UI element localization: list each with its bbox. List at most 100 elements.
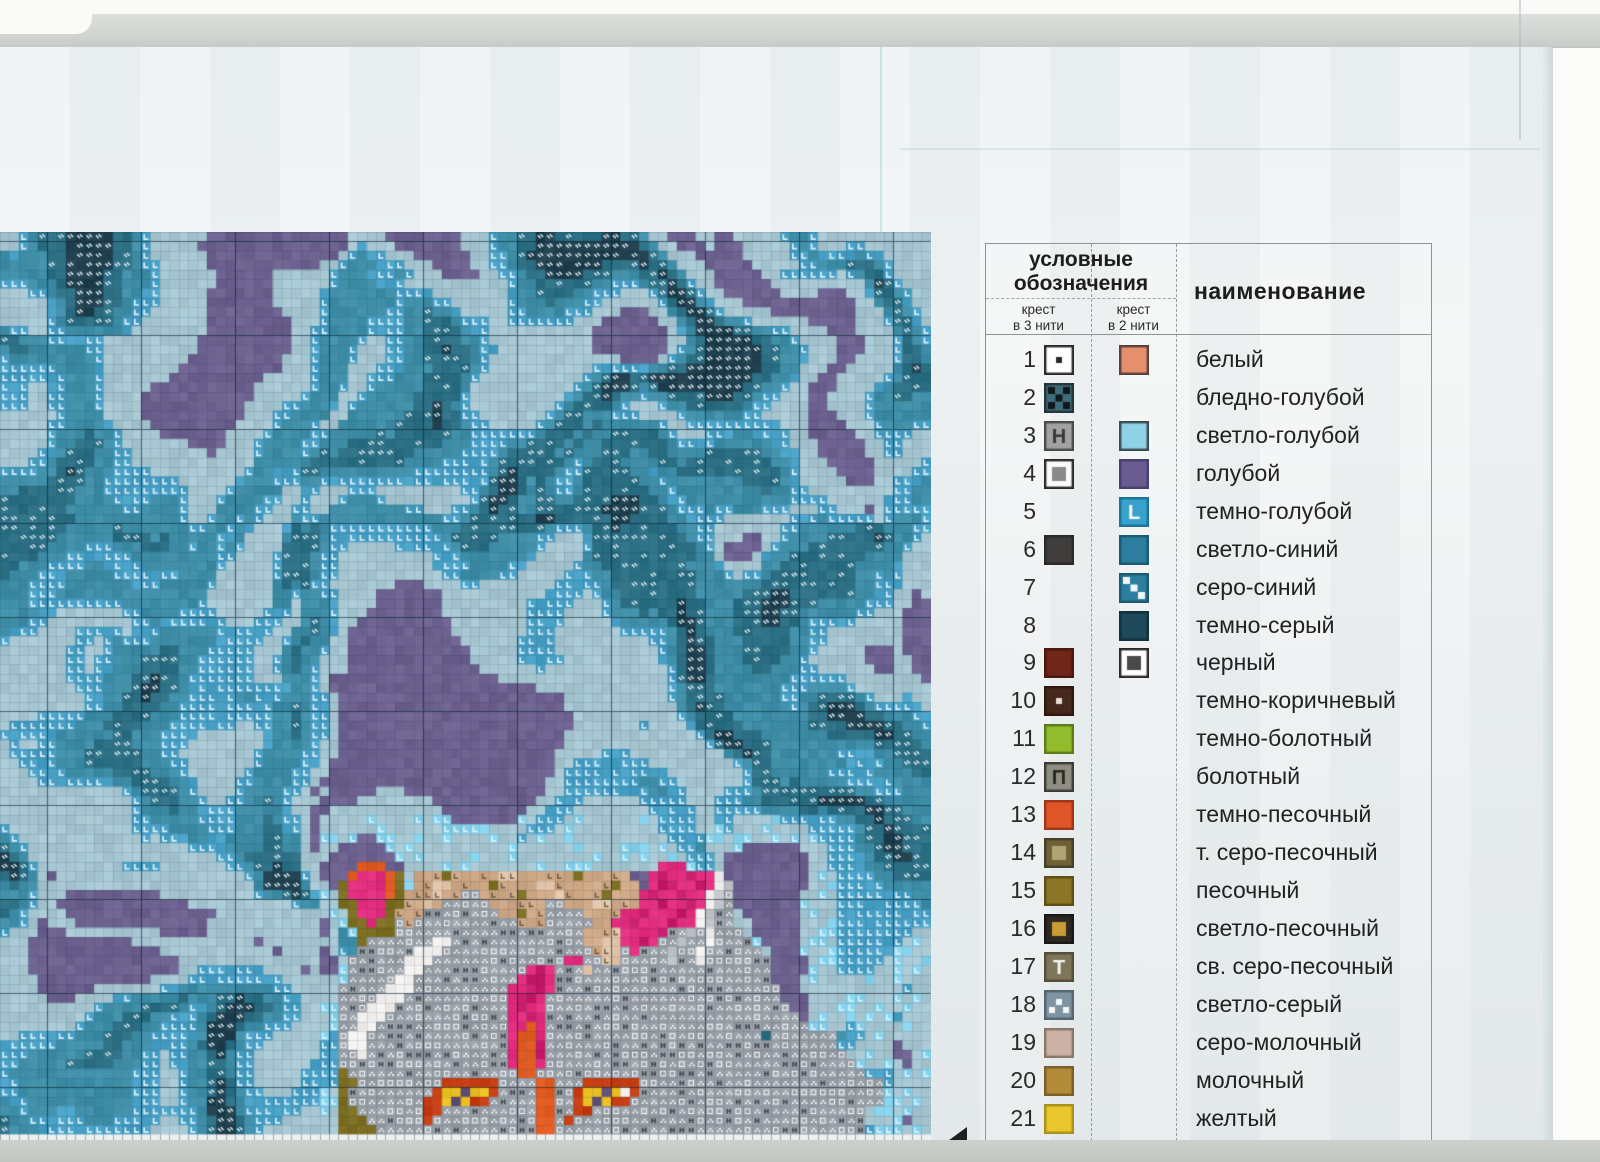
legend-color-name: темно-песочный: [1196, 801, 1372, 828]
legend-color-name: серо-молочный: [1196, 1028, 1362, 1055]
legend-symbol-2-threads: [1119, 572, 1149, 603]
legend-row: 11 темно-болотный: [986, 720, 1431, 758]
legend-symbol-3-threads: [1044, 534, 1074, 565]
legend-row-number: 16: [1010, 914, 1036, 941]
legend-color-name: светло-голубой: [1196, 421, 1360, 448]
page-edge-line: [1519, 0, 1521, 140]
legend-symbol-3-threads: [1044, 420, 1074, 451]
page-fold-line: [880, 47, 882, 233]
legend-row-number: 2: [1023, 383, 1036, 410]
legend-row: 2 бледно-голубой: [986, 379, 1431, 417]
legend-color-name: темно-серый: [1196, 611, 1335, 638]
legend-title-line1: условные: [1029, 248, 1133, 271]
legend-symbol-3-threads: [1044, 1103, 1074, 1134]
legend-symbol-3-threads: [1044, 458, 1074, 489]
legend-symbol-3-threads: [1044, 345, 1074, 375]
legend-symbol-3-threads: [1044, 1027, 1074, 1058]
cross-stitch-chart-canvas: [0, 232, 931, 1144]
legend-color-name: голубой: [1196, 459, 1281, 486]
legend-row-number: 13: [1010, 801, 1036, 828]
legend-row-number: 4: [1023, 459, 1036, 486]
legend-row: 3 светло-голубой: [986, 417, 1431, 455]
legend-row: 16 светло-песочный: [986, 910, 1431, 948]
legend-row-number: 6: [1023, 535, 1036, 562]
legend-row: 12 болотный: [986, 758, 1431, 796]
legend-symbol-2-threads: [1119, 534, 1149, 565]
legend-row: 1 белый: [986, 341, 1431, 379]
legend-row: 18 светло-серый: [986, 986, 1431, 1024]
legend-symbol-2-threads: [1119, 648, 1149, 679]
legend-color-name: темно-болотный: [1196, 725, 1373, 752]
legend-row: 6 светло-синий: [986, 531, 1431, 569]
legend-row-number: 1: [1023, 346, 1036, 372]
legend-symbol-3-threads: [1044, 724, 1074, 755]
legend-symbol-2-threads: [1119, 496, 1149, 527]
legend-divider: [986, 334, 1431, 335]
legend-row-number: 12: [1010, 763, 1036, 790]
legend-row-number: 10: [1010, 687, 1036, 714]
legend-symbol-3-threads: [1044, 800, 1074, 831]
paper-edge-shade: [1538, 47, 1553, 1140]
legend-name-header: наименование: [1194, 278, 1367, 304]
legend-row: 5 темно-голубой: [986, 493, 1431, 531]
legend-symbol-3-threads: [1044, 951, 1074, 982]
legend-color-name: песочный: [1196, 877, 1300, 904]
legend-color-name: бледно-голубой: [1196, 383, 1365, 410]
paper-crease: [900, 148, 1540, 150]
legend-color-name: молочный: [1196, 1066, 1305, 1093]
legend-row-number: 20: [1010, 1066, 1036, 1093]
legend-symbol-3-threads: [1044, 382, 1074, 413]
legend-symbol-3-threads: [1044, 989, 1074, 1020]
legend-color-name: т. серо-песочный: [1196, 839, 1378, 866]
legend-color-name: светло-серый: [1196, 990, 1343, 1017]
scanned-pattern-page: условные обозначения крест в 3 нити крес…: [0, 0, 1600, 1162]
legend-row: 19 серо-молочный: [986, 1024, 1431, 1062]
legend-color-name: желтый: [1196, 1104, 1277, 1131]
legend-row-number: 15: [1010, 877, 1036, 904]
legend-color-name: темно-голубой: [1196, 497, 1353, 524]
legend-row: 13 темно-песочный: [986, 796, 1431, 834]
legend-divider: [986, 298, 1176, 299]
legend-row-number: 8: [1023, 611, 1036, 638]
legend-row: 20 молочный: [986, 1062, 1431, 1100]
legend-row-number: 21: [1010, 1104, 1036, 1131]
legend-col-header-2-threads: крест в 2 нити: [1108, 302, 1159, 333]
scan-top-notch: [0, 14, 92, 34]
legend-title: условные обозначения: [986, 248, 1176, 296]
legend-color-name: светло-синий: [1196, 535, 1339, 562]
legend-row-number: 14: [1010, 839, 1036, 866]
legend-row: 8 темно-серый: [986, 607, 1431, 645]
scan-top-strip: [0, 0, 1600, 14]
legend-symbol-3-threads: [1044, 838, 1074, 869]
legend-title-line2: обозначения: [1013, 272, 1149, 295]
legend-row-number: 3: [1023, 421, 1036, 448]
legend-row: 9 черный: [986, 644, 1431, 682]
scan-bottom-band: [0, 1140, 1600, 1162]
legend-symbol-2-threads: [1119, 345, 1149, 375]
legend-symbol-2-threads: [1119, 458, 1149, 489]
legend-symbol-3-threads: [1044, 913, 1074, 944]
legend-row: 14 т. серо-песочный: [986, 834, 1431, 872]
legend-row-number: 5: [1023, 497, 1036, 524]
legend-row: 4 голубой: [986, 455, 1431, 493]
legend-color-name: белый: [1196, 346, 1264, 372]
legend-row-number: 19: [1010, 1028, 1036, 1055]
legend-color-name: серо-синий: [1196, 573, 1317, 600]
legend-row: 7 серо-синий: [986, 569, 1431, 607]
legend-symbol-3-threads: [1044, 648, 1074, 679]
legend-symbol-3-threads: [1044, 1065, 1074, 1096]
legend-symbol-3-threads: [1044, 876, 1074, 907]
legend-color-name: св. серо-песочный: [1196, 952, 1394, 979]
legend-row-number: 7: [1023, 573, 1036, 600]
scan-top-band: [0, 14, 1600, 48]
legend-row: 17 св. серо-песочный: [986, 948, 1431, 986]
legend-symbol-2-threads: [1119, 610, 1149, 641]
legend-color-name: светло-песочный: [1196, 914, 1380, 941]
legend-row: 15 песочный: [986, 872, 1431, 910]
legend-color-name: черный: [1196, 649, 1276, 676]
legend-row-number: 17: [1010, 952, 1036, 979]
legend-table: условные обозначения крест в 3 нити крес…: [985, 243, 1432, 1141]
legend-row-number: 9: [1023, 649, 1036, 676]
legend-row: 10 темно-коричневый: [986, 682, 1431, 720]
legend-symbol-2-threads: [1119, 420, 1149, 451]
